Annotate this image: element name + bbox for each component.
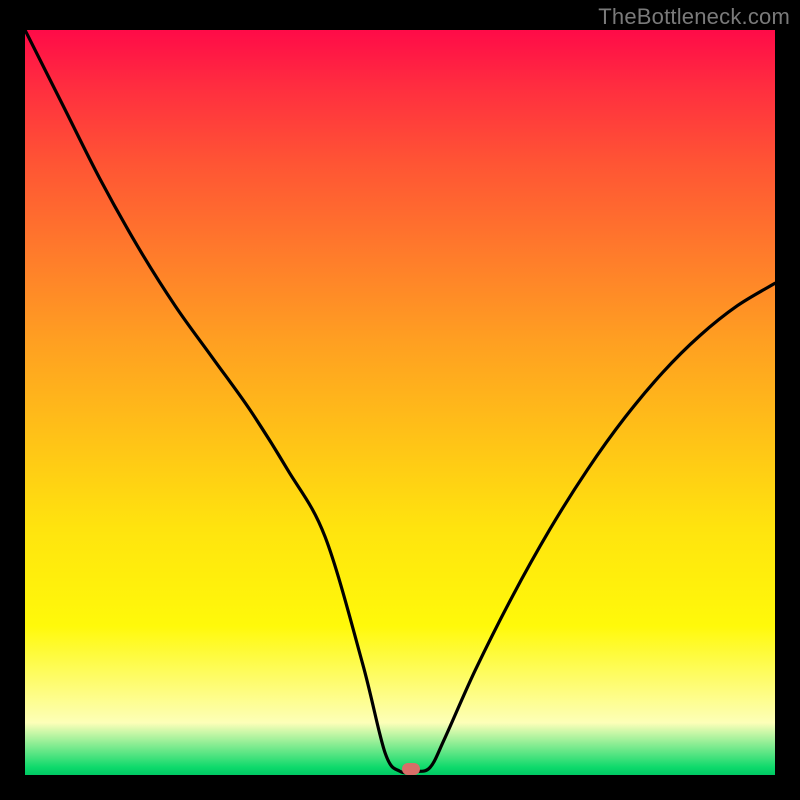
curve-path [25, 30, 775, 773]
plot-area [25, 30, 775, 775]
chart-container: TheBottleneck.com [0, 0, 800, 800]
watermark-text: TheBottleneck.com [598, 4, 790, 30]
bottleneck-curve [25, 30, 775, 775]
optimal-point-marker [402, 763, 420, 775]
